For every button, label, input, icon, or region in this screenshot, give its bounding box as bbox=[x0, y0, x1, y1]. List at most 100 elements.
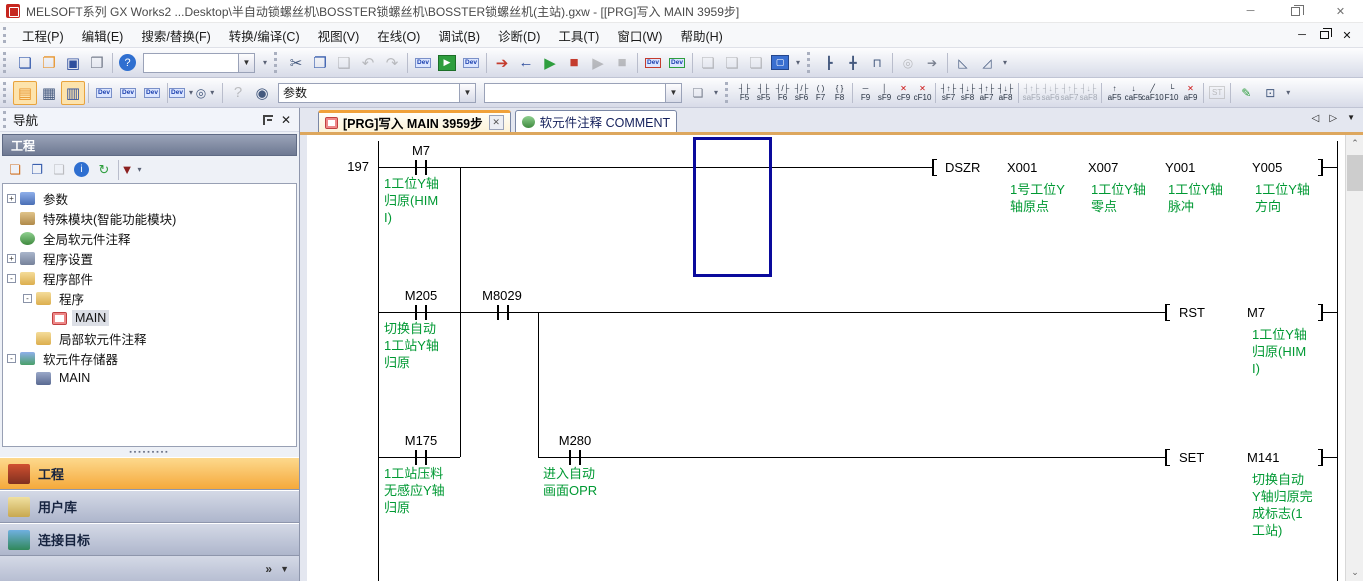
refresh-button[interactable]: ↻ bbox=[93, 159, 115, 181]
tab-device-comment[interactable]: 软元件注释 COMMENT bbox=[515, 110, 678, 132]
fkey-rising-pulse-not[interactable]: ┤↑├saF5 bbox=[1022, 80, 1041, 106]
toolbar-drag-handle[interactable] bbox=[3, 52, 8, 72]
ladder-edit-read-button[interactable]: ⊡ bbox=[1258, 81, 1282, 105]
pin-icon[interactable] bbox=[263, 115, 273, 125]
contact-device-m175[interactable]: M175 bbox=[393, 433, 449, 448]
sort-filter-button[interactable]: ▼▾ bbox=[122, 159, 144, 181]
operand-x001[interactable]: X001 bbox=[1007, 160, 1037, 175]
fkey-or-falling-pulse-not[interactable]: ┤↓├saF8 bbox=[1079, 80, 1098, 106]
chevron-down-icon[interactable]: ▼ bbox=[238, 54, 254, 72]
monitor-start-button[interactable]: ▶ bbox=[538, 51, 562, 75]
help-button[interactable]: ? bbox=[119, 54, 136, 71]
tree-item-main-program[interactable]: MAIN bbox=[3, 308, 296, 328]
menu-help[interactable]: 帮助(H) bbox=[671, 23, 731, 48]
toolbar-drag-handle[interactable] bbox=[725, 82, 730, 102]
mdi-restore-button[interactable] bbox=[1320, 31, 1329, 39]
menu-window[interactable]: 窗口(W) bbox=[608, 23, 671, 48]
chevron-down-icon[interactable]: ▼ bbox=[665, 84, 681, 102]
menu-diagnostics[interactable]: 诊断(D) bbox=[489, 23, 549, 48]
ladder-edit-write-button[interactable]: ✎ bbox=[1234, 81, 1258, 105]
new-data-button[interactable]: ❏ bbox=[4, 159, 26, 181]
expander-icon[interactable]: - bbox=[23, 294, 32, 303]
tree-item-program-folder[interactable]: - 程序 bbox=[3, 288, 296, 308]
data-select-combo[interactable]: 参数 ▼ bbox=[278, 83, 476, 103]
expander-icon[interactable]: - bbox=[7, 274, 16, 283]
write-to-plc-button[interactable]: ➔ bbox=[490, 51, 514, 75]
fkey-delete-horizontal[interactable]: ✕cF9 bbox=[894, 80, 913, 106]
read-from-plc-button[interactable]: ← bbox=[514, 51, 538, 75]
device-display-button[interactable]: Dev▾ bbox=[171, 81, 195, 105]
tab-main-program[interactable]: [PRG]写入 MAIN 3959步 ✕ bbox=[318, 110, 511, 132]
device-comment-button[interactable]: Dev bbox=[92, 81, 116, 105]
save-button[interactable]: ▣ bbox=[61, 51, 85, 75]
fkey-or-open-contact[interactable]: ┤├sF5 bbox=[754, 80, 773, 106]
tab-close-icon[interactable]: ✕ bbox=[489, 115, 504, 130]
tree-item-main-device-memory[interactable]: MAIN bbox=[3, 368, 296, 388]
project-tree-toggle-button[interactable]: ▤ bbox=[13, 81, 37, 105]
fkey-falling-pulse-not[interactable]: ┤↓├saF6 bbox=[1041, 80, 1060, 106]
panel-close-icon[interactable]: ✕ bbox=[281, 113, 291, 127]
tree-item-program-setting[interactable]: + 程序设置 bbox=[3, 248, 296, 268]
new-file-button[interactable]: ❏ bbox=[13, 51, 37, 75]
mdi-minimize-button[interactable]: ─ bbox=[1294, 29, 1310, 41]
menu-online[interactable]: 在线(O) bbox=[368, 23, 429, 48]
operand-m141[interactable]: M141 bbox=[1247, 450, 1280, 465]
tree-item-local-comment[interactable]: 局部软元件注释 bbox=[3, 328, 296, 348]
fkey-falling-pulse[interactable]: ┤↓├sF8 bbox=[958, 80, 977, 106]
toolbar-drag-handle[interactable] bbox=[274, 52, 279, 72]
print-button[interactable]: ❒ bbox=[85, 51, 109, 75]
instruction-mnemonic-dszr[interactable]: DSZR bbox=[945, 160, 980, 175]
nav-button-project[interactable]: 工程 bbox=[0, 457, 299, 490]
contact-device-m8029[interactable]: M8029 bbox=[474, 288, 530, 303]
fkey-or-falling-pulse[interactable]: ┤↓├aF8 bbox=[996, 80, 1015, 106]
scroll-down-icon[interactable]: ⌄ bbox=[1346, 564, 1363, 581]
ladder-edit-cursor[interactable] bbox=[693, 137, 772, 277]
tree-item-parameter[interactable]: + 参数 bbox=[3, 188, 296, 208]
vertical-scrollbar[interactable]: ⌃ ⌄ bbox=[1345, 135, 1363, 581]
nav-overflow-bar[interactable]: » ▼ bbox=[0, 556, 299, 581]
ladder-branch-button[interactable]: ┣ bbox=[817, 51, 841, 75]
mdi-close-button[interactable]: ✕ bbox=[1339, 29, 1355, 42]
docking-window-button[interactable]: ▥ bbox=[61, 81, 85, 105]
fkey-delete-branch[interactable]: ✕aF9 bbox=[1181, 80, 1200, 106]
contact-device-m205[interactable]: M205 bbox=[393, 288, 449, 303]
scrollbar-thumb[interactable] bbox=[1347, 155, 1363, 191]
simulation-monitor-button[interactable]: ▢ bbox=[771, 55, 789, 70]
monitor-stop-button[interactable]: ■ bbox=[562, 51, 586, 75]
ladder-monitor-button[interactable]: ▶ bbox=[438, 55, 456, 71]
fkey-invert-result[interactable]: ╱caF10 bbox=[1143, 80, 1162, 106]
menu-project[interactable]: 工程(P) bbox=[13, 23, 73, 48]
device-batch-button[interactable]: Dev bbox=[459, 51, 483, 75]
panel-drag-handle[interactable] bbox=[3, 111, 8, 127]
paste-button[interactable]: ❑ bbox=[332, 51, 356, 75]
menu-find-replace[interactable]: 搜索/替换(F) bbox=[132, 23, 219, 48]
fkey-open-contact[interactable]: ┤├F5 bbox=[735, 80, 754, 106]
device-setting-button[interactable]: Dev bbox=[140, 81, 164, 105]
fkey-or-closed-contact[interactable]: ┤/├sF6 bbox=[792, 80, 811, 106]
fkey-application-instruction[interactable]: { }F8 bbox=[830, 80, 849, 106]
toolbar-overflow-icon[interactable]: ▾ bbox=[796, 58, 800, 67]
chevron-down-icon[interactable]: ▼ bbox=[459, 84, 475, 102]
fkey-or-rising-pulse[interactable]: ┤↑├aF7 bbox=[977, 80, 996, 106]
standard-combo[interactable]: ▼ bbox=[143, 53, 255, 73]
panel-splitter-handle[interactable]: ▪▪▪▪▪▪▪▪▪ bbox=[0, 447, 299, 457]
toolbar-overflow-icon[interactable]: ▾ bbox=[714, 88, 718, 97]
toolbar-overflow-icon[interactable]: ▾ bbox=[1286, 88, 1290, 97]
expander-icon[interactable]: + bbox=[7, 254, 16, 263]
fkey-closed-contact[interactable]: ┤/├F6 bbox=[773, 80, 792, 106]
module-config-button[interactable]: ▦ bbox=[37, 81, 61, 105]
redo-button[interactable]: ↷ bbox=[380, 51, 404, 75]
window-cascade-button[interactable]: ❏ bbox=[696, 51, 720, 75]
toolbar-overflow-icon[interactable]: ▾ bbox=[263, 58, 267, 67]
close-button[interactable]: ✕ bbox=[1318, 0, 1363, 22]
operand-y005[interactable]: Y005 bbox=[1252, 160, 1282, 175]
statement-find-button[interactable]: ◎ bbox=[896, 51, 920, 75]
scroll-up-icon[interactable]: ⌃ bbox=[1346, 135, 1363, 152]
tab-scroll-left-icon[interactable]: ◁ bbox=[1312, 113, 1320, 124]
nav-button-user-library[interactable]: 用户库 bbox=[0, 490, 299, 523]
ladder-branch-add-button[interactable]: ╋ bbox=[841, 51, 865, 75]
operand-y001[interactable]: Y001 bbox=[1165, 160, 1195, 175]
tree-item-pou[interactable]: - 程序部件 bbox=[3, 268, 296, 288]
menu-debug[interactable]: 调试(B) bbox=[429, 23, 489, 48]
paste-data-button[interactable]: ❑ bbox=[48, 159, 70, 181]
